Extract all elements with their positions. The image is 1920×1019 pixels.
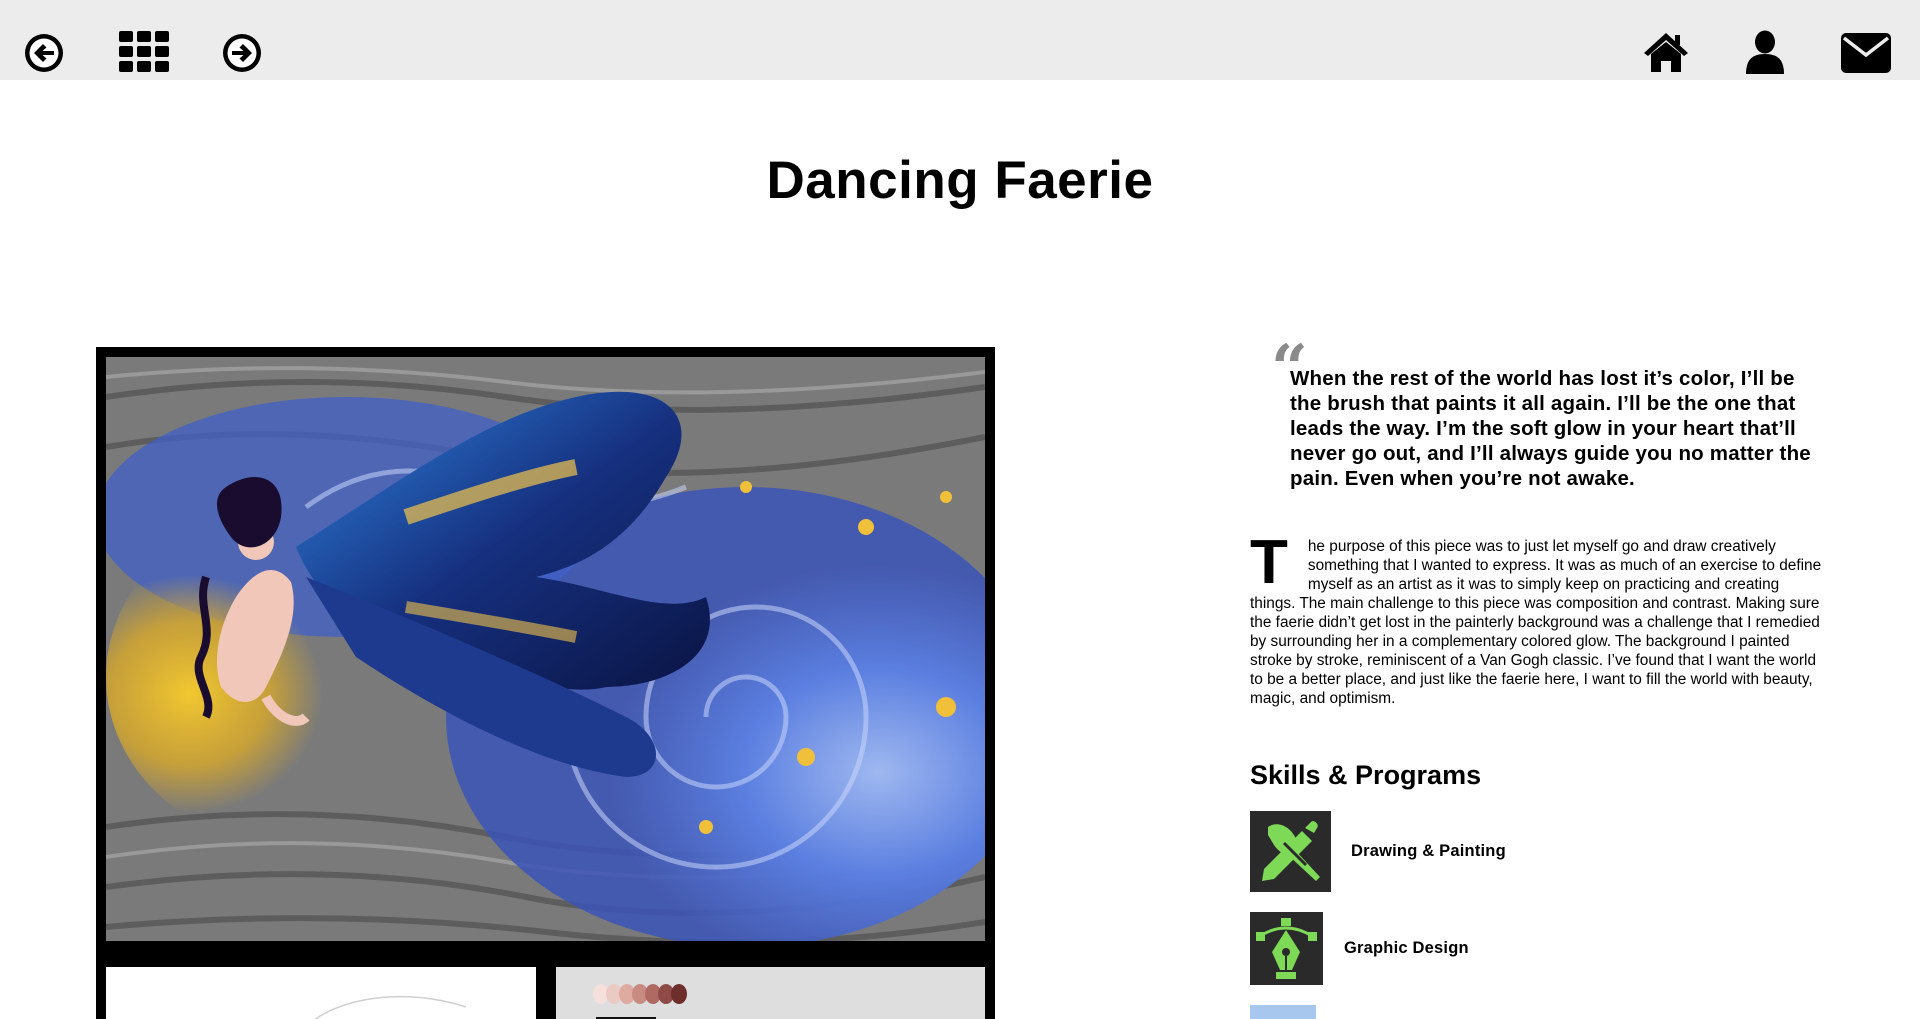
- mail-icon[interactable]: [1841, 33, 1891, 73]
- drop-cap: T: [1250, 528, 1288, 597]
- artwork-gallery: [96, 347, 995, 1019]
- featured-quote: When the rest of the world has lost it’s…: [1290, 367, 1811, 490]
- skill-label: Drawing & Painting: [1351, 842, 1506, 860]
- artwork-image[interactable]: [106, 357, 985, 941]
- program-icon: [1250, 1005, 1316, 1019]
- sketch-thumbnail[interactable]: [106, 967, 536, 1019]
- page-title: Dancing Faerie: [766, 151, 1154, 210]
- forward-arrow-icon[interactable]: [221, 32, 263, 74]
- pen-tool-icon: [1250, 912, 1323, 985]
- description-text: The purpose of this piece was to just le…: [1250, 528, 1826, 708]
- skill-drawing-painting[interactable]: Drawing & Painting: [1250, 811, 1506, 892]
- skill-program[interactable]: [1250, 1005, 1316, 1019]
- skill-label: Graphic Design: [1344, 939, 1469, 957]
- brush-pencil-icon: [1250, 811, 1331, 892]
- home-icon[interactable]: [1643, 31, 1689, 73]
- top-nav-bar: [0, 0, 1920, 80]
- palette-thumbnail[interactable]: [556, 967, 985, 1019]
- description-body: he purpose of this piece was to just let…: [1250, 538, 1822, 707]
- skill-graphic-design[interactable]: Graphic Design: [1250, 912, 1469, 985]
- user-icon[interactable]: [1744, 30, 1786, 74]
- back-arrow-icon[interactable]: [23, 32, 65, 74]
- grid-icon[interactable]: [119, 31, 169, 72]
- skills-heading: Skills & Programs: [1250, 760, 1482, 790]
